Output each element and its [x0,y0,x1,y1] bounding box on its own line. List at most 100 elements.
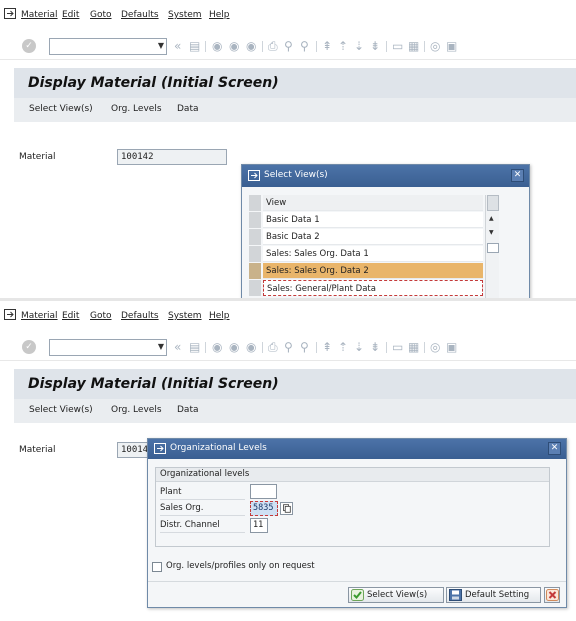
distr-channel-input[interactable]: 11 [250,518,268,533]
menu-material[interactable]: Material [21,311,58,321]
list-item-label[interactable]: Basic Data 2 [263,229,483,245]
select-views-dialog-button[interactable]: Select View(s) [348,587,444,603]
back-icon[interactable]: ◉ [212,39,222,53]
last-page-icon[interactable]: ⇟ [370,340,380,354]
customize-layout-icon[interactable]: ▣ [446,340,457,354]
scroll-up-icon[interactable]: ▲ [489,215,494,222]
material-input[interactable]: 100142 [117,149,227,165]
print-icon[interactable]: ⎙ [268,39,278,53]
list-item[interactable]: Sales: Sales Org. Data 1 [249,246,484,263]
menu-edit[interactable]: Edit [62,311,79,321]
select-views-button[interactable]: Select View(s) [29,104,93,114]
vertical-scrollbar[interactable]: ▲ ▼ [485,195,499,298]
shortcut-icon[interactable]: ▦ [408,340,419,354]
system-menu-icon[interactable] [4,309,16,320]
list-item-label[interactable]: Basic Data 1 [263,212,483,228]
org-levels-button[interactable]: Org. Levels [111,405,162,415]
new-session-icon[interactable]: ▭ [392,39,403,53]
sales-org-input[interactable]: 5835 [250,501,278,516]
first-page-icon[interactable]: ⇞ [322,39,332,53]
enter-check-icon[interactable]: ✓ [22,340,36,354]
back-double-arrow-icon[interactable]: « [174,340,181,354]
exit-icon[interactable]: ◉ [229,39,239,53]
menu-defaults[interactable]: Defaults [121,311,159,321]
org-levels-on-request-checkbox[interactable] [152,562,162,572]
list-item[interactable]: Basic Data 1 [249,212,484,229]
scroll-thumb[interactable] [487,243,499,253]
find-icon[interactable]: ⚲ [284,340,293,354]
find-next-icon[interactable]: ⚲ [300,340,309,354]
shortcut-icon[interactable]: ▦ [408,39,419,53]
list-item-selected[interactable]: Sales: Sales Org. Data 2 [249,263,484,280]
last-page-icon[interactable]: ⇟ [370,39,380,53]
menu-help[interactable]: Help [209,10,230,20]
menu-help[interactable]: Help [209,311,230,321]
row-selector[interactable] [249,280,261,296]
row-selector[interactable] [249,212,261,228]
command-field[interactable]: ▼ [49,339,167,356]
cancel-button[interactable] [544,587,560,603]
find-icon[interactable]: ⚲ [284,39,293,53]
scroll-down-icon[interactable]: ▼ [489,229,494,236]
enter-check-icon[interactable]: ✓ [22,39,36,53]
select-all-cell[interactable] [249,195,261,211]
next-page-icon[interactable]: ⇣ [354,340,364,354]
find-next-icon[interactable]: ⚲ [300,39,309,53]
menu-defaults[interactable]: Defaults [121,10,159,20]
new-session-icon[interactable]: ▭ [392,340,403,354]
screen-org-levels: Material Edit Goto Defaults System Help … [0,301,576,621]
save-icon[interactable]: ▤ [189,340,200,354]
next-page-icon[interactable]: ⇣ [354,39,364,53]
close-icon[interactable]: ✕ [511,169,524,182]
cancel-x-icon [546,589,559,601]
list-item-label[interactable]: Sales: Sales Org. Data 1 [263,246,483,262]
first-page-icon[interactable]: ⇞ [322,340,332,354]
back-double-arrow-icon[interactable]: « [174,39,181,53]
menu-edit[interactable]: Edit [62,10,79,20]
select-views-button[interactable]: Select View(s) [29,405,93,415]
toolbar-separator [316,342,317,353]
default-setting-button[interactable]: Default Setting [446,587,541,603]
row-selector[interactable] [249,246,261,262]
command-field[interactable]: ▼ [49,38,167,55]
cancel-icon[interactable]: ◉ [246,340,256,354]
org-levels-button[interactable]: Org. Levels [111,104,162,114]
dialog-menu-icon[interactable] [154,443,166,454]
dropdown-arrow-icon[interactable]: ▼ [158,342,164,351]
back-icon[interactable]: ◉ [212,340,222,354]
material-label: Material [19,445,56,455]
row-selector[interactable] [249,263,261,279]
customize-layout-icon[interactable]: ▣ [446,39,457,53]
menu-material[interactable]: Material [21,10,58,20]
list-item-label[interactable]: Sales: Sales Org. Data 2 [263,263,483,279]
plant-input[interactable] [250,484,277,499]
row-selector[interactable] [249,229,261,245]
dialog-menu-icon[interactable] [248,170,260,181]
exit-icon[interactable]: ◉ [229,340,239,354]
dialog-title: Select View(s) [264,170,328,180]
previous-page-icon[interactable]: ⇡ [338,39,348,53]
list-item[interactable]: Basic Data 2 [249,229,484,246]
previous-page-icon[interactable]: ⇡ [338,340,348,354]
cancel-icon[interactable]: ◉ [246,39,256,53]
copy-icon[interactable] [280,502,293,515]
sales-org-label: Sales Org. [160,502,245,516]
close-icon[interactable]: ✕ [548,442,561,455]
help-icon[interactable]: ◎ [430,340,440,354]
column-settings-icon[interactable] [487,195,499,211]
dropdown-arrow-icon[interactable]: ▼ [158,41,164,50]
data-button[interactable]: Data [177,104,199,114]
menu-system[interactable]: System [168,10,202,20]
data-button[interactable]: Data [177,405,199,415]
help-icon[interactable]: ◎ [430,39,440,53]
save-icon[interactable]: ▤ [189,39,200,53]
print-icon[interactable]: ⎙ [268,340,278,354]
system-menu-icon[interactable] [4,8,16,19]
menu-system[interactable]: System [168,311,202,321]
list-item-label[interactable]: Sales: General/Plant Data [263,280,483,296]
menu-goto[interactable]: Goto [90,311,112,321]
save-icon [449,589,462,601]
checkbox-label[interactable]: Org. levels/profiles only on request [166,561,315,571]
list-item[interactable]: Sales: General/Plant Data [249,280,484,297]
menu-goto[interactable]: Goto [90,10,112,20]
